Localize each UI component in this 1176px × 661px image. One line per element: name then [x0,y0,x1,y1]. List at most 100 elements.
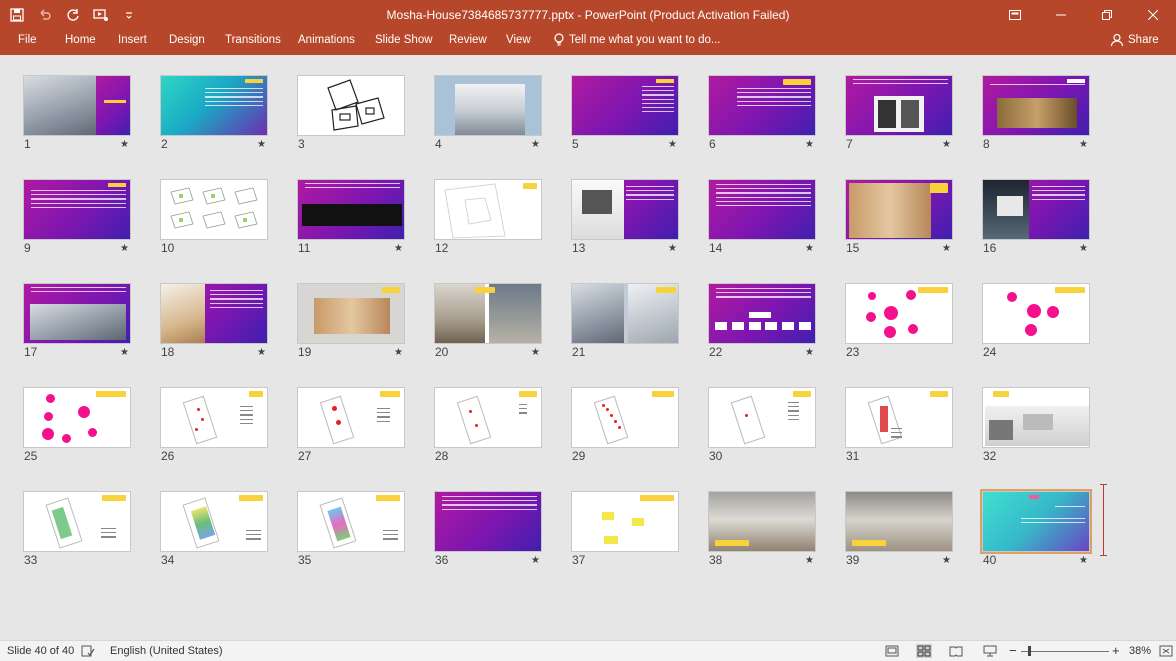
transition-star-icon[interactable]: ★ [805,347,814,358]
transition-star-icon[interactable]: ★ [120,243,129,254]
tab-view[interactable]: View [506,34,531,46]
spelling-check-icon[interactable] [80,644,96,658]
slide-thumbnail[interactable] [571,179,679,240]
slide-thumbnail[interactable] [297,491,405,552]
slide-thumbnail[interactable] [434,387,542,448]
reading-view-icon[interactable] [948,644,964,658]
ribbon-tabs: File Home Insert Design Transitions Anim… [0,30,1176,55]
slide-thumbnail[interactable] [23,491,131,552]
slide-number: 3 [298,137,305,151]
transition-star-icon[interactable]: ★ [942,555,951,566]
slide-thumbnail[interactable] [160,283,268,344]
slide-thumbnail[interactable] [23,75,131,136]
transition-star-icon[interactable]: ★ [1079,139,1088,150]
minimize-icon[interactable] [1038,0,1084,30]
slide-thumbnail[interactable] [845,491,953,552]
slide-thumbnail[interactable] [982,387,1090,448]
slide-thumbnail[interactable] [982,179,1090,240]
zoom-level[interactable]: 38% [1129,645,1151,657]
transition-star-icon[interactable]: ★ [942,139,951,150]
share-button[interactable]: Share [1110,33,1159,47]
slide-thumbnail[interactable] [434,283,542,344]
slide-thumbnail[interactable] [434,491,542,552]
slide-thumbnail[interactable] [571,387,679,448]
transition-star-icon[interactable]: ★ [257,347,266,358]
transition-star-icon[interactable]: ★ [531,555,540,566]
tab-file[interactable]: File [18,34,37,46]
transition-star-icon[interactable]: ★ [805,139,814,150]
tab-design[interactable]: Design [169,34,205,46]
zoom-slider[interactable] [1021,651,1109,652]
tab-insert[interactable]: Insert [118,34,147,46]
slide-thumbnail[interactable] [845,75,953,136]
slide-thumbnail-selected[interactable] [980,489,1092,554]
tab-slide-show[interactable]: Slide Show [375,34,433,46]
slide-thumbnail[interactable] [160,75,268,136]
slide-number: 11 [298,241,311,255]
slide-thumbnail[interactable] [845,387,953,448]
ribbon-display-icon[interactable] [992,0,1038,30]
slide-thumbnail[interactable] [160,387,268,448]
slide-thumbnail[interactable] [982,283,1090,344]
transition-star-icon[interactable]: ★ [1079,555,1088,566]
slide-thumbnail[interactable] [297,283,405,344]
slide-thumbnail[interactable] [297,179,405,240]
slide-thumbnail[interactable] [571,491,679,552]
transition-star-icon[interactable]: ★ [942,243,951,254]
slide-thumbnail[interactable] [297,75,405,136]
tab-animations[interactable]: Animations [298,34,355,46]
transition-star-icon[interactable]: ★ [394,243,403,254]
transition-star-icon[interactable]: ★ [1079,243,1088,254]
language-indicator[interactable]: English (United States) [110,645,223,657]
transition-star-icon[interactable]: ★ [668,243,677,254]
tell-me-box[interactable]: Tell me what you want to do... [553,33,721,47]
slide-thumbnail[interactable] [23,179,131,240]
slide-thumbnail[interactable] [845,179,953,240]
transition-star-icon[interactable]: ★ [531,139,540,150]
slide-thumbnail[interactable] [23,387,131,448]
slide-sorter-view-icon[interactable] [916,644,932,658]
tab-home[interactable]: Home [65,34,96,46]
tell-me-text: Tell me what you want to do... [569,34,721,46]
slide-number: 13 [572,241,586,255]
restore-icon[interactable] [1084,0,1130,30]
transition-star-icon[interactable]: ★ [120,139,129,150]
slide-thumbnail[interactable] [160,179,268,240]
tab-transitions[interactable]: Transitions [225,34,281,46]
normal-view-icon[interactable] [884,644,900,658]
slide-thumbnail[interactable] [845,283,953,344]
slide-number: 26 [161,449,175,463]
slide-thumbnail[interactable] [708,179,816,240]
fit-to-window-icon[interactable] [1158,644,1174,658]
slide-thumbnail[interactable] [160,491,268,552]
slide-thumbnail[interactable] [708,491,816,552]
slide-thumbnail[interactable] [708,387,816,448]
slide-thumbnail[interactable] [434,75,542,136]
close-icon[interactable] [1130,0,1176,30]
transition-star-icon[interactable]: ★ [120,347,129,358]
slide-thumbnail[interactable] [23,283,131,344]
transition-star-icon[interactable]: ★ [805,243,814,254]
slide-show-view-icon[interactable] [982,644,998,658]
slide-number: 35 [298,553,312,567]
slide-thumbnail[interactable] [982,75,1090,136]
tab-review[interactable]: Review [449,34,487,46]
zoom-slider-thumb[interactable] [1028,646,1031,656]
zoom-out-icon[interactable]: − [1009,643,1017,658]
slide-number: 23 [846,345,860,359]
transition-star-icon[interactable]: ★ [257,139,266,150]
slide-thumbnail[interactable] [297,387,405,448]
slide-thumbnail[interactable] [571,75,679,136]
slide-thumbnail[interactable] [571,283,679,344]
lightbulb-icon [554,33,564,46]
transition-star-icon[interactable]: ★ [394,347,403,358]
slide-thumbnail[interactable] [434,179,542,240]
transition-star-icon[interactable]: ★ [531,347,540,358]
transition-star-icon[interactable]: ★ [668,139,677,150]
slide-thumbnail[interactable] [708,283,816,344]
transition-star-icon[interactable]: ★ [805,555,814,566]
zoom-in-icon[interactable]: + [1112,643,1120,658]
slide-thumbnail[interactable] [708,75,816,136]
slide-number: 33 [24,553,38,567]
slide-number: 8 [983,137,990,151]
